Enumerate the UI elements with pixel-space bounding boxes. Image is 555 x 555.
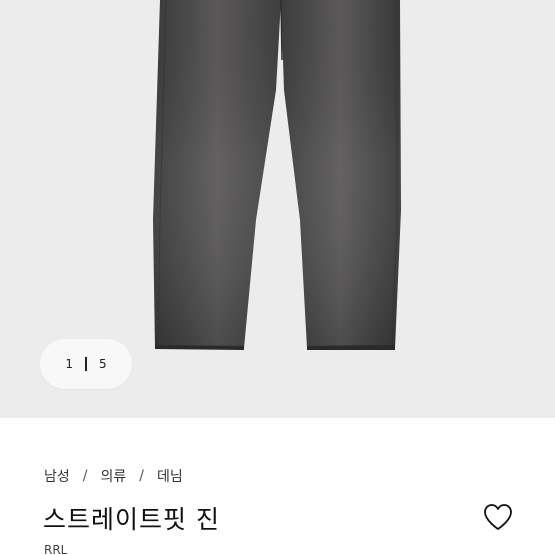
product-title: 스트레이트핏 진 <box>43 505 220 534</box>
total-image-count: 5 <box>99 357 107 371</box>
current-image-index: 1 <box>65 357 73 371</box>
brand-name[interactable]: RRL <box>44 543 67 555</box>
product-image-gallery[interactable]: 1 5 <box>0 0 555 418</box>
pagination-divider <box>85 357 87 371</box>
wishlist-button[interactable] <box>481 500 515 534</box>
breadcrumb: 남성 / 의류 / 데님 <box>44 466 183 486</box>
breadcrumb-separator: / <box>139 468 144 484</box>
breadcrumb-item-men[interactable]: 남성 <box>44 466 70 486</box>
breadcrumb-separator: / <box>82 468 88 484</box>
breadcrumb-item-clothing[interactable]: 의류 <box>100 466 126 486</box>
breadcrumb-item-denim[interactable]: 데님 <box>157 466 183 486</box>
heart-outline-icon <box>484 504 512 530</box>
image-pagination: 1 5 <box>40 339 132 389</box>
